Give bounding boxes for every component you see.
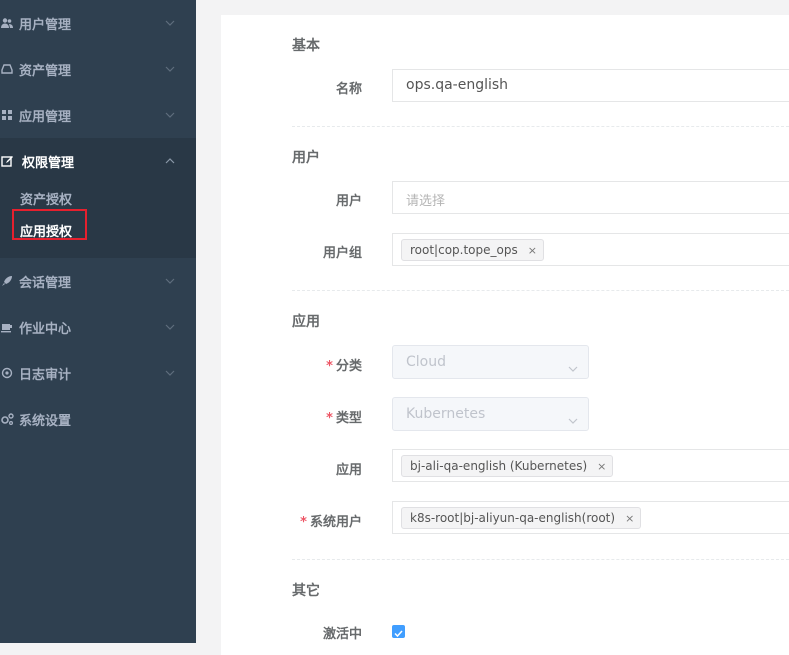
type-select-value: Kubernetes [406, 406, 486, 422]
users-icon [0, 16, 14, 30]
chevron-down-icon [164, 63, 176, 75]
name-label: 名称 [335, 82, 362, 97]
nav-item-app-management[interactable]: 应用管理 [0, 92, 196, 138]
nav-label: 日志审计 [19, 367, 72, 383]
section-divider [292, 290, 789, 291]
nav-label: 资产管理 [19, 63, 72, 79]
chevron-down-icon [164, 367, 176, 379]
chevron-up-icon [164, 155, 176, 167]
system-user-select[interactable]: k8s-root|bj-aliyun-qa-english(root) × [392, 501, 789, 534]
system-user-tag: k8s-root|bj-aliyun-qa-english(root) × [401, 507, 642, 529]
category-select[interactable]: Cloud [392, 345, 589, 379]
user-group-select[interactable]: root|cop.tope_ops × [392, 233, 789, 266]
active-checkbox[interactable] [392, 625, 405, 638]
type-select[interactable]: Kubernetes [392, 397, 589, 431]
nav-item-system-settings[interactable]: 系统设置 [0, 396, 196, 442]
section-title-basic: 基本 [292, 38, 320, 54]
name-input[interactable]: ops.qa-english [392, 69, 789, 102]
nav-item-user-management[interactable]: 用户管理 [0, 0, 196, 46]
nav-item-log-audit[interactable]: 日志审计 [0, 350, 196, 396]
chevron-down-icon [568, 411, 578, 424]
user-label: 用户 [335, 194, 362, 209]
app-select[interactable]: bj-ali-qa-english (Kubernetes) × [392, 449, 789, 482]
nav-item-asset-management[interactable]: 资产管理 [0, 46, 196, 92]
type-label-text: 类型 [335, 411, 362, 426]
tag-label: k8s-root|bj-aliyun-qa-english(root) [410, 511, 616, 525]
user-group-tag: root|cop.tope_ops × [401, 239, 544, 261]
tag-close-icon[interactable]: × [625, 512, 634, 525]
category-label: * 分类 [222, 355, 362, 374]
section-title-application: 应用 [292, 314, 320, 330]
nav-label: 系统设置 [19, 413, 72, 429]
sidebar: 用户管理 资产管理 应用管理 权限管理 资产授权 应用授权 会话管理 作业中心 … [0, 0, 196, 643]
type-label: * 类型 [222, 407, 362, 426]
required-mark: * [326, 359, 333, 374]
tag-close-icon[interactable]: × [528, 244, 537, 257]
user-select-placeholder: 请选择 [406, 194, 446, 209]
section-divider [292, 126, 789, 127]
edit-icon [0, 154, 14, 168]
user-select[interactable]: 请选择 [392, 181, 789, 214]
cogs-icon [0, 412, 14, 426]
chevron-down-icon [164, 321, 176, 333]
system-user-label: * 系统用户 [222, 511, 362, 530]
grid-icon [0, 108, 14, 122]
category-select-value: Cloud [406, 354, 446, 370]
nav-label: 应用管理 [19, 109, 72, 125]
section-title-other: 其它 [292, 583, 320, 599]
rocket-icon [0, 274, 14, 288]
nav-label: 作业中心 [19, 321, 72, 337]
chevron-down-icon [164, 109, 176, 121]
tag-label: bj-ali-qa-english (Kubernetes) [410, 459, 588, 473]
chevron-down-icon [164, 275, 176, 287]
nav-label: 权限管理 [22, 155, 75, 171]
tag-close-icon[interactable]: × [597, 460, 606, 473]
nav-item-session-management[interactable]: 会话管理 [0, 258, 196, 304]
active-label: 激活中 [322, 627, 362, 642]
section-divider [292, 559, 789, 560]
name-input-value: ops.qa-english [406, 77, 509, 93]
app-tag: bj-ali-qa-english (Kubernetes) × [401, 455, 614, 477]
coffee-icon [0, 320, 14, 334]
app-label: 应用 [335, 463, 362, 478]
dot-circle-icon [0, 366, 14, 380]
chevron-down-icon [568, 359, 578, 372]
system-user-label-text: 系统用户 [309, 515, 362, 530]
category-label-text: 分类 [335, 359, 362, 374]
inbox-icon [0, 62, 14, 76]
submenu-item-asset-permission[interactable]: 资产授权 [20, 189, 72, 208]
chevron-down-icon [164, 17, 176, 29]
section-title-user: 用户 [292, 150, 320, 166]
nav-item-job-center[interactable]: 作业中心 [0, 304, 196, 350]
tag-label: root|cop.tope_ops [410, 243, 518, 257]
required-mark: * [326, 411, 333, 426]
check-icon [394, 630, 403, 638]
nav-item-permission-management[interactable]: 权限管理 [0, 138, 196, 184]
user-group-label: 用户组 [322, 246, 362, 261]
highlight-box [12, 209, 87, 240]
required-mark: * [300, 515, 307, 530]
nav-label: 会话管理 [19, 275, 72, 291]
nav-label: 用户管理 [19, 17, 72, 33]
